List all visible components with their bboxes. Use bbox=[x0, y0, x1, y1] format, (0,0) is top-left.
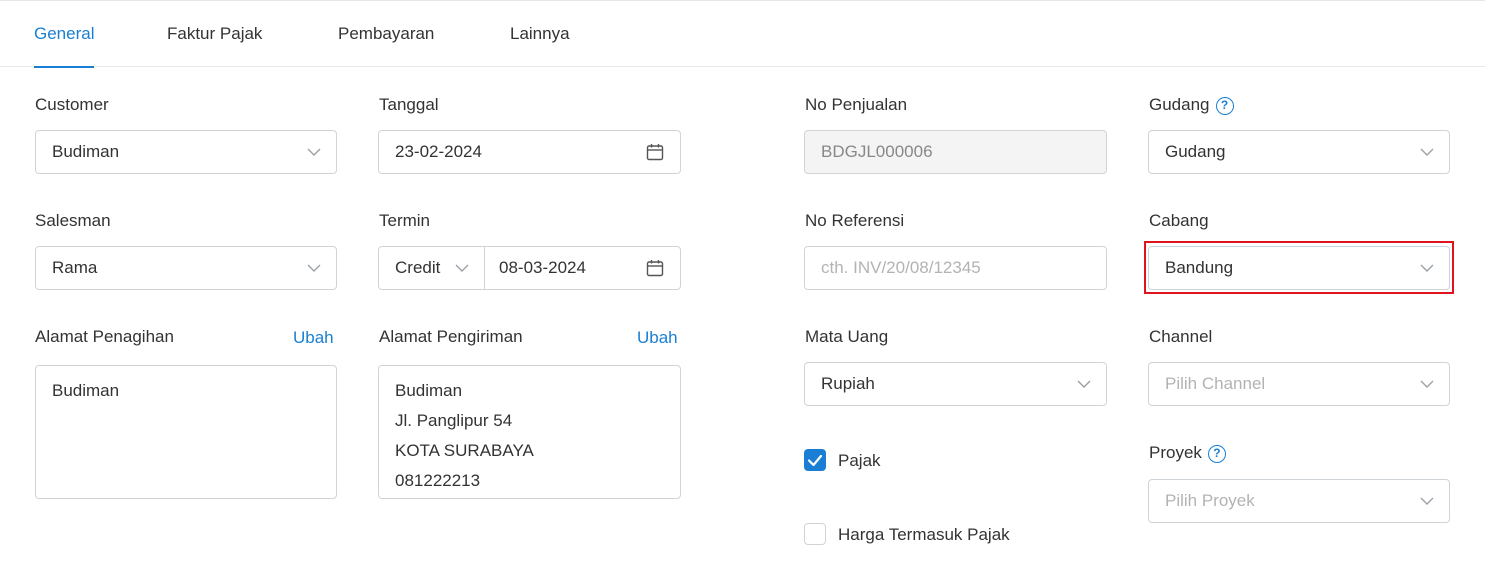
tanggal-value: 23-02-2024 bbox=[395, 142, 482, 161]
calendar-icon[interactable] bbox=[646, 259, 664, 277]
termin-date-value: 08-03-2024 bbox=[499, 258, 586, 277]
help-icon[interactable]: ? bbox=[1207, 445, 1226, 463]
tab-faktur-pajak[interactable]: Faktur Pajak bbox=[167, 1, 262, 67]
channel-placeholder: Pilih Channel bbox=[1165, 374, 1266, 393]
mata-uang-select[interactable]: Rupiah bbox=[804, 362, 1107, 406]
customer-select[interactable]: Budiman bbox=[35, 130, 337, 174]
alamat-penagihan-line: Budiman bbox=[52, 381, 120, 400]
alamat-penagihan-textarea[interactable]: Budiman bbox=[35, 365, 337, 499]
alamat-pengiriman-ubah-link[interactable]: Ubah bbox=[637, 328, 678, 348]
termin-date-input[interactable]: 08-03-2024 bbox=[484, 247, 680, 289]
chevron-down-icon bbox=[455, 264, 469, 272]
proyek-label-text: Proyek bbox=[1149, 443, 1202, 462]
customer-value: Budiman bbox=[52, 142, 120, 161]
chevron-down-icon bbox=[1077, 380, 1091, 388]
pajak-checkbox[interactable] bbox=[804, 449, 826, 471]
termin-type-value: Credit bbox=[395, 258, 441, 277]
alamat-pengiriman-textarea[interactable]: Budiman Jl. Panglipur 54 KOTA SURABAYA 0… bbox=[378, 365, 681, 499]
chevron-down-icon bbox=[1420, 497, 1434, 505]
termin-label: Termin bbox=[379, 211, 431, 230]
harga-termasuk-pajak-label: Harga Termasuk Pajak bbox=[838, 525, 1010, 544]
tanggal-label: Tanggal bbox=[379, 95, 439, 114]
channel-select[interactable]: Pilih Channel bbox=[1148, 362, 1450, 406]
no-referensi-label: No Referensi bbox=[805, 211, 905, 230]
calendar-icon[interactable] bbox=[646, 143, 664, 161]
no-penjualan-input: BDGJL000006 bbox=[804, 130, 1107, 174]
alamat-penagihan-label: Alamat Penagihan bbox=[35, 327, 174, 346]
no-referensi-placeholder: cth. INV/20/08/12345 bbox=[821, 258, 981, 277]
proyek-placeholder: Pilih Proyek bbox=[1165, 491, 1255, 510]
chevron-down-icon bbox=[1420, 380, 1434, 388]
pajak-label: Pajak bbox=[838, 451, 881, 470]
salesman-select[interactable]: Rama bbox=[35, 246, 337, 290]
mata-uang-value: Rupiah bbox=[821, 374, 875, 393]
help-icon[interactable]: ? bbox=[1215, 97, 1234, 115]
termin-type-select[interactable]: Credit bbox=[379, 247, 484, 289]
termin-group: Credit 08-03-2024 bbox=[378, 246, 681, 290]
alamat-pengiriman-line: 081222213 bbox=[395, 471, 481, 490]
no-penjualan-label: No Penjualan bbox=[805, 95, 908, 114]
proyek-label: Proyek? bbox=[1149, 443, 1226, 463]
chevron-down-icon bbox=[307, 264, 321, 272]
tanggal-date-input[interactable]: 23-02-2024 bbox=[378, 130, 681, 174]
no-penjualan-value: BDGJL000006 bbox=[821, 142, 933, 161]
gudang-label-text: Gudang bbox=[1149, 95, 1210, 114]
channel-label: Channel bbox=[1149, 327, 1213, 346]
tab-pembayaran[interactable]: Pembayaran bbox=[338, 1, 434, 67]
harga-termasuk-pajak-checkbox[interactable] bbox=[804, 523, 826, 545]
mata-uang-label: Mata Uang bbox=[805, 327, 889, 346]
alamat-pengiriman-line: Jl. Panglipur 54 bbox=[395, 411, 513, 430]
gudang-value: Gudang bbox=[1165, 142, 1226, 161]
customer-label: Customer bbox=[35, 95, 109, 114]
alamat-pengiriman-line: KOTA SURABAYA bbox=[395, 441, 534, 460]
no-referensi-input[interactable]: cth. INV/20/08/12345 bbox=[804, 246, 1107, 290]
alamat-pengiriman-line: Budiman bbox=[395, 381, 463, 400]
alamat-penagihan-ubah-link[interactable]: Ubah bbox=[293, 328, 334, 348]
salesman-value: Rama bbox=[52, 258, 98, 277]
chevron-down-icon bbox=[1420, 148, 1434, 156]
cabang-highlight-box bbox=[1144, 241, 1454, 294]
cabang-label: Cabang bbox=[1149, 211, 1209, 230]
chevron-down-icon bbox=[307, 148, 321, 156]
proyek-select[interactable]: Pilih Proyek bbox=[1148, 479, 1450, 523]
check-icon bbox=[807, 454, 823, 467]
gudang-label: Gudang? bbox=[1149, 95, 1234, 115]
salesman-label: Salesman bbox=[35, 211, 111, 230]
alamat-pengiriman-label: Alamat Pengiriman bbox=[379, 327, 523, 346]
gudang-select[interactable]: Gudang bbox=[1148, 130, 1450, 174]
tab-bar: General Faktur Pajak Pembayaran Lainnya bbox=[0, 1, 1485, 68]
tab-lainnya[interactable]: Lainnya bbox=[510, 1, 570, 67]
tab-general[interactable]: General bbox=[34, 1, 95, 68]
